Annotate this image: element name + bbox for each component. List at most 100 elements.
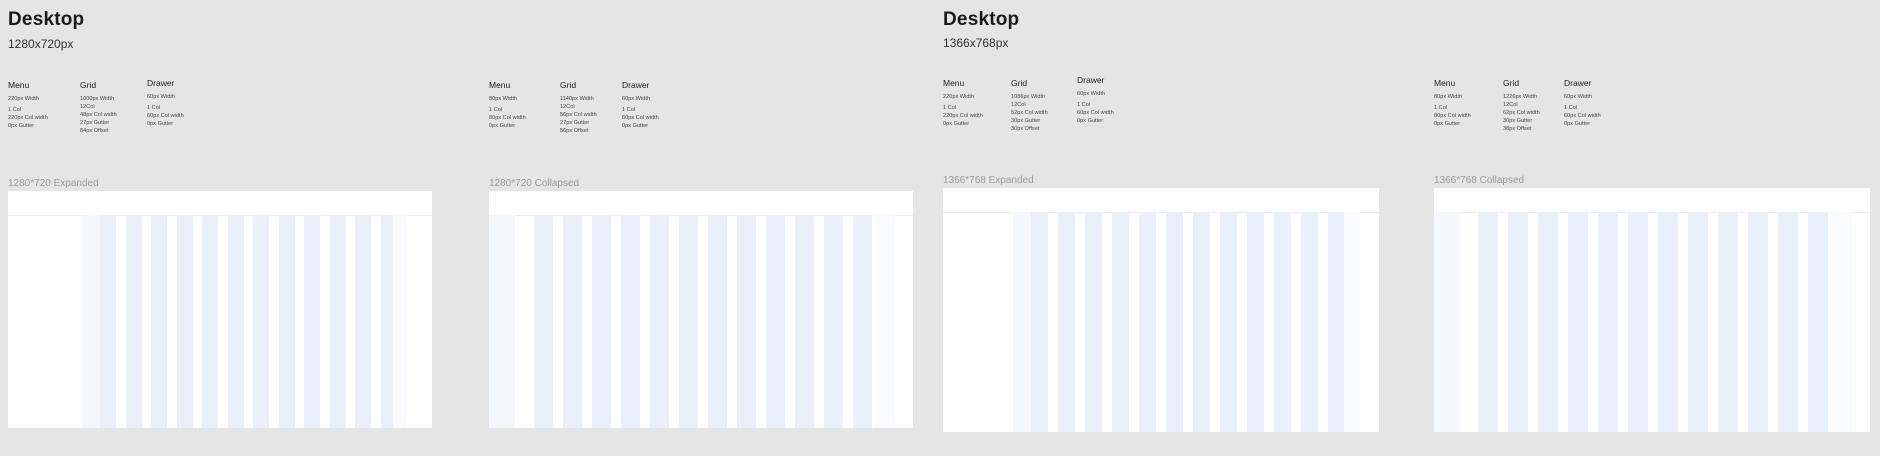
spec-line: 80px Width [489, 96, 517, 102]
spec-line: 1 Col [1077, 102, 1091, 108]
spec-line: 52px Col width [1011, 110, 1048, 116]
spec-grid: Grid 1140px Width 12Col 56px Col width 2… [560, 80, 597, 135]
spec-line: 220px Col width [8, 115, 48, 121]
spec-line: 48px Col width [80, 112, 117, 118]
grid-column [1538, 212, 1558, 432]
frame-label: 1280*720 Collapsed [489, 178, 580, 189]
spec-heading: Menu [489, 80, 511, 90]
spec-line: 1226px Width [1503, 94, 1538, 100]
spec-line: 220px Width [8, 96, 40, 102]
spec-line: 0px Gutter [1564, 121, 1591, 127]
grid-column [737, 215, 756, 428]
grid-column [679, 215, 698, 428]
frame-label: 1366*768 Expanded [943, 175, 1034, 186]
spec-line: 60px Col width [147, 113, 184, 119]
spec-line: 1 Col [943, 105, 957, 111]
grid-column [708, 215, 727, 428]
spec-drawer: Drawer 60px Width 1 Col 60px Col width 0… [1077, 75, 1114, 125]
header-bar [1434, 188, 1870, 213]
grid-column [1568, 212, 1588, 432]
grid-column [1628, 212, 1648, 432]
spec-line: 0px Gutter [489, 123, 516, 129]
grid-column [534, 215, 553, 428]
spec-heading: Grid [560, 80, 577, 90]
grid-column [126, 215, 142, 428]
spec-menu: Menu 80px Width 1 Col 80px Col width 0px… [1434, 78, 1471, 128]
spec-line: 62px Col width [1503, 110, 1540, 116]
frame-1366-expanded[interactable] [943, 188, 1379, 432]
grid-column [1508, 212, 1528, 432]
spec-line: 0px Gutter [1077, 118, 1104, 124]
grid-column [1658, 212, 1678, 432]
menu-panel [489, 215, 515, 428]
grid-column [202, 215, 218, 428]
spec-line: 80px Col width [1434, 113, 1471, 119]
menu-panel [1434, 212, 1460, 432]
grid-column [1328, 212, 1344, 432]
frame-1366-collapsed[interactable] [1434, 188, 1870, 432]
spec-menu: Menu 220px Width 1 Col 220px Col width 0… [8, 80, 48, 130]
grid-column [253, 215, 269, 428]
grid-column [330, 215, 346, 428]
frame-label: 1366*768 Collapsed [1434, 175, 1525, 186]
section-title: Desktop [943, 9, 1020, 30]
drawer-panel [875, 215, 895, 428]
spec-line: 0px Gutter [8, 123, 35, 129]
spec-heading: Drawer [622, 80, 650, 90]
spec-line: 84px Offset [80, 128, 109, 134]
spec-line: 12Col [80, 104, 95, 110]
spec-grid: Grid 1086px Width 12Col 52px Col width 3… [1011, 78, 1048, 133]
spec-heading: Drawer [1077, 75, 1105, 85]
spec-line: 38px Offset [1503, 126, 1532, 132]
spec-line: 1000px Width [80, 96, 115, 102]
spec-line: 0px Gutter [147, 121, 174, 127]
grid-column [1112, 212, 1129, 432]
grid-column [304, 215, 320, 428]
spec-line: 1 Col [147, 105, 161, 111]
grid-column [1031, 212, 1048, 432]
spec-line: 1 Col [1564, 105, 1578, 111]
grid-column [1748, 212, 1768, 432]
spec-line: 30px Offset [1011, 126, 1040, 132]
grid-column [592, 215, 611, 428]
spec-heading: Drawer [1564, 78, 1592, 88]
spec-line: 0px Gutter [622, 123, 649, 129]
spec-line: 60px Col width [622, 115, 659, 121]
grid-column [1193, 212, 1210, 432]
spec-heading: Menu [1434, 78, 1456, 88]
grid-column [177, 215, 193, 428]
grid-column [795, 215, 814, 428]
grid-column [1247, 212, 1264, 432]
section-subtitle: 1280x720px [8, 37, 74, 51]
spec-heading: Grid [1011, 78, 1028, 88]
spec-heading: Drawer [147, 78, 175, 88]
grid-column [1478, 212, 1498, 432]
frame-1280-expanded[interactable] [8, 191, 432, 428]
grid-column [824, 215, 843, 428]
frame-1280-collapsed[interactable] [489, 191, 913, 428]
spec-line: 12Col [560, 104, 575, 110]
spec-line: 1 Col [8, 107, 22, 113]
spec-menu: Menu 80px Width 1 Col 80px Col width 0px… [489, 80, 526, 130]
spec-line: 60px Width [1077, 91, 1105, 97]
spec-line: 220px Width [943, 94, 975, 100]
spec-heading: Grid [80, 80, 97, 90]
drawer-panel [393, 215, 407, 428]
menu-panel [82, 215, 100, 428]
spec-line: 1 Col [489, 107, 503, 113]
spec-line: 30px Gutter [1011, 118, 1041, 124]
spec-line: 220px Col width [943, 113, 983, 119]
grid-column [1085, 212, 1102, 432]
section-title: Desktop [8, 9, 85, 30]
grid-column [228, 215, 244, 428]
header-bar [943, 188, 1379, 213]
grid-column [1718, 212, 1738, 432]
spec-grid: Grid 1226px Width 12Col 62px Col width 3… [1503, 78, 1540, 133]
spec-line: 60px Width [1564, 94, 1592, 100]
grid-column [766, 215, 785, 428]
grid-column [1301, 212, 1318, 432]
spec-grid: Grid 1000px Width 12Col 48px Col width 2… [80, 80, 117, 135]
grid-column [151, 215, 167, 428]
spec-line: 30px Gutter [1503, 118, 1533, 124]
spec-line: 1086px Width [1011, 94, 1046, 100]
